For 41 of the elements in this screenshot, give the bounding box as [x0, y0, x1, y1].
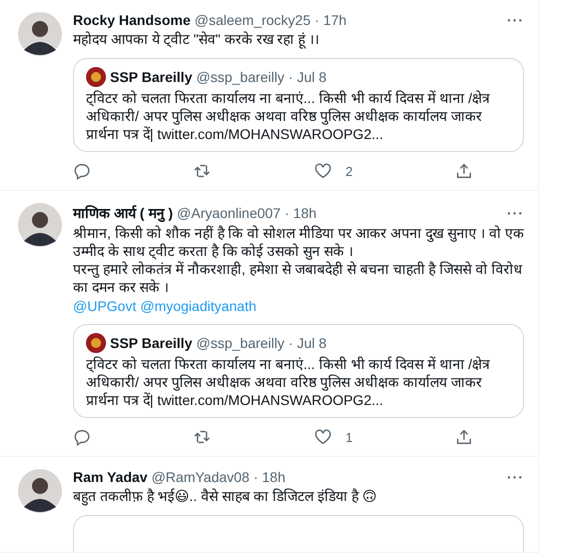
- tweet-time[interactable]: · 17h: [314, 12, 347, 28]
- retweet-icon[interactable]: [193, 162, 212, 180]
- like-icon[interactable]: [314, 162, 332, 180]
- more-button[interactable]: ···: [507, 469, 524, 485]
- author-name: SSP Bareilly: [110, 69, 192, 85]
- author-handle[interactable]: @RamYadav08: [151, 469, 250, 485]
- tweet-time[interactable]: · 18h: [284, 205, 317, 221]
- tweet-time: · Jul 8: [288, 69, 327, 85]
- share-icon[interactable]: [454, 428, 473, 446]
- author-name[interactable]: Ram Yadav: [73, 469, 148, 485]
- author-name: SSP Bareilly: [110, 335, 192, 351]
- tweet-text: परन्तु हमारे लोकतंत्र में नौकरशाही, हमेशा से जबाबदेही से बचना चाहती है जिससे वो विरोध का दमन कर सके ।: [73, 260, 524, 296]
- avatar-icon: [86, 333, 106, 353]
- quoted-text: ट्विटर को चलता फिरता कार्यालय ना बनाएं... किसी भी कार्य दिवस में थाना /क्षेत्र अधिकारी/ अपर पुलिस अधीक्षक अथवा वरिष्ठ पुलिस अधीक्षक कार्यालय जाकर प्रार्थना पत्र दें| twitter.com/MOHANSWAROOPG2...: [86, 89, 492, 143]
- tweet-time: · Jul 8: [288, 335, 327, 351]
- like-icon[interactable]: [314, 428, 332, 446]
- reply-icon[interactable]: [73, 428, 91, 446]
- tweet-time[interactable]: · 18h: [253, 469, 286, 485]
- quoted-tweet[interactable]: [73, 58, 524, 152]
- like-count: 2: [346, 164, 353, 178]
- author-handle[interactable]: @Aryaonline007: [176, 205, 281, 221]
- tweet-text: महोदय आपका ये ट्वीट "सेव" करके रख रहा हूं ।।: [73, 30, 320, 48]
- author-name[interactable]: Rocky Handsome: [73, 12, 190, 28]
- retweet-icon[interactable]: [193, 428, 212, 446]
- avatar-icon[interactable]: [18, 203, 62, 247]
- like-count: 1: [346, 430, 353, 444]
- avatar-icon: [86, 67, 106, 87]
- more-button[interactable]: ···: [507, 12, 524, 28]
- author-handle: @ssp_bareilly: [196, 69, 284, 85]
- tweet-text: श्रीमान, किसी को शौक नहीं है कि वो सोशल मीडिया पर आकर अपना दुख सुनाए । वो एक उम्मीद के साथ ट्वीट करता है कि कोई उसको सुन सके ।: [73, 224, 524, 260]
- avatar-icon[interactable]: [18, 469, 62, 513]
- author-handle[interactable]: @saleem_rocky25: [194, 12, 311, 28]
- quoted-text: ट्विटर को चलता फिरता कार्यालय ना बनाएं... किसी भी कार्य दिवस में थाना /क्षेत्र अधिकारी/ अपर पुलिस अधीक्षक अथवा वरिष्ठ पुलिस अधीक्षक कार्यालय जाकर प्रार्थना पत्र दें| twitter.com/MOHANSWAROOPG2...: [86, 355, 492, 409]
- avatar-icon[interactable]: [18, 12, 62, 56]
- author-handle: @ssp_bareilly: [196, 335, 284, 351]
- more-button[interactable]: ···: [507, 205, 524, 221]
- quoted-tweet[interactable]: [73, 324, 524, 418]
- author-name[interactable]: माणिक आर्य ( मनु ): [73, 203, 173, 222]
- reply-icon[interactable]: [73, 162, 91, 180]
- share-icon[interactable]: [454, 162, 473, 180]
- tweet-text: बहुत तकलीफ़ है भई😃.. वैसे साहब का डिजिटल इंडिया है 🙃: [73, 487, 378, 505]
